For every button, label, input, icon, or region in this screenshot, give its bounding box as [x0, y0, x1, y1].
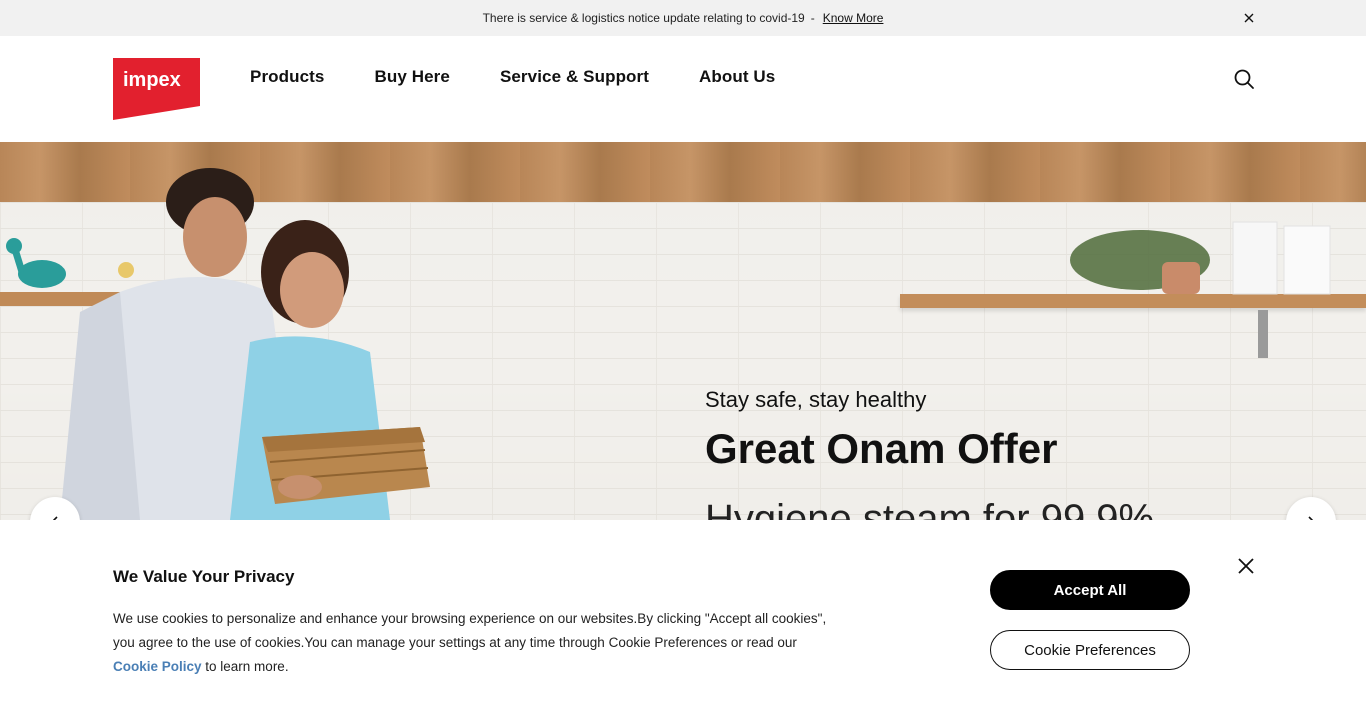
nav-buy-here[interactable]: Buy Here [374, 67, 449, 87]
accept-all-button[interactable]: Accept All [990, 570, 1190, 610]
know-more-link[interactable]: Know More [823, 11, 884, 25]
hero-description: Hygiene steam for 99.9% [705, 497, 1155, 520]
cookie-text-line-1: We use cookies to personalize and enhanc… [113, 611, 827, 626]
hero-banner: Stay safe, stay healthy Great Onam Offer… [0, 142, 1366, 520]
hero-title: Great Onam Offer [705, 425, 1058, 472]
cookie-text-tail: to learn more. [201, 659, 289, 674]
notice-separator: - [810, 11, 815, 25]
notice-text: There is service & logistics notice upda… [482, 11, 805, 25]
nav-about-us[interactable]: About Us [699, 67, 775, 87]
hero-illustration [6, 168, 1331, 520]
cookie-preferences-button[interactable]: Cookie Preferences [990, 630, 1190, 670]
nav-service-support[interactable]: Service & Support [500, 67, 649, 87]
logo-text: impex [123, 69, 181, 91]
close-icon[interactable] [1241, 10, 1257, 26]
hero-subtitle: Stay safe, stay healthy [705, 387, 927, 412]
main-nav: Products Buy Here Service & Support Abou… [250, 67, 775, 87]
search-icon[interactable] [1233, 68, 1255, 90]
cookie-title: We Value Your Privacy [113, 567, 295, 586]
nav-products[interactable]: Products [250, 67, 324, 87]
close-icon[interactable] [1237, 557, 1255, 575]
cookie-text-line-3: Cookie Policy to learn more. [113, 655, 873, 679]
site-header: impex Products Buy Here Service & Suppor… [0, 36, 1366, 142]
cookie-policy-link[interactable]: Cookie Policy [113, 659, 202, 674]
cookie-text: We use cookies to personalize and enhanc… [113, 607, 873, 679]
notice-bar: There is service & logistics notice upda… [0, 0, 1366, 36]
cookie-banner: We Value Your Privacy We use cookies to … [0, 520, 1366, 720]
cookie-text-line-2: you agree to the use of cookies.You can … [113, 635, 797, 650]
impex-logo[interactable]: impex [113, 58, 200, 120]
